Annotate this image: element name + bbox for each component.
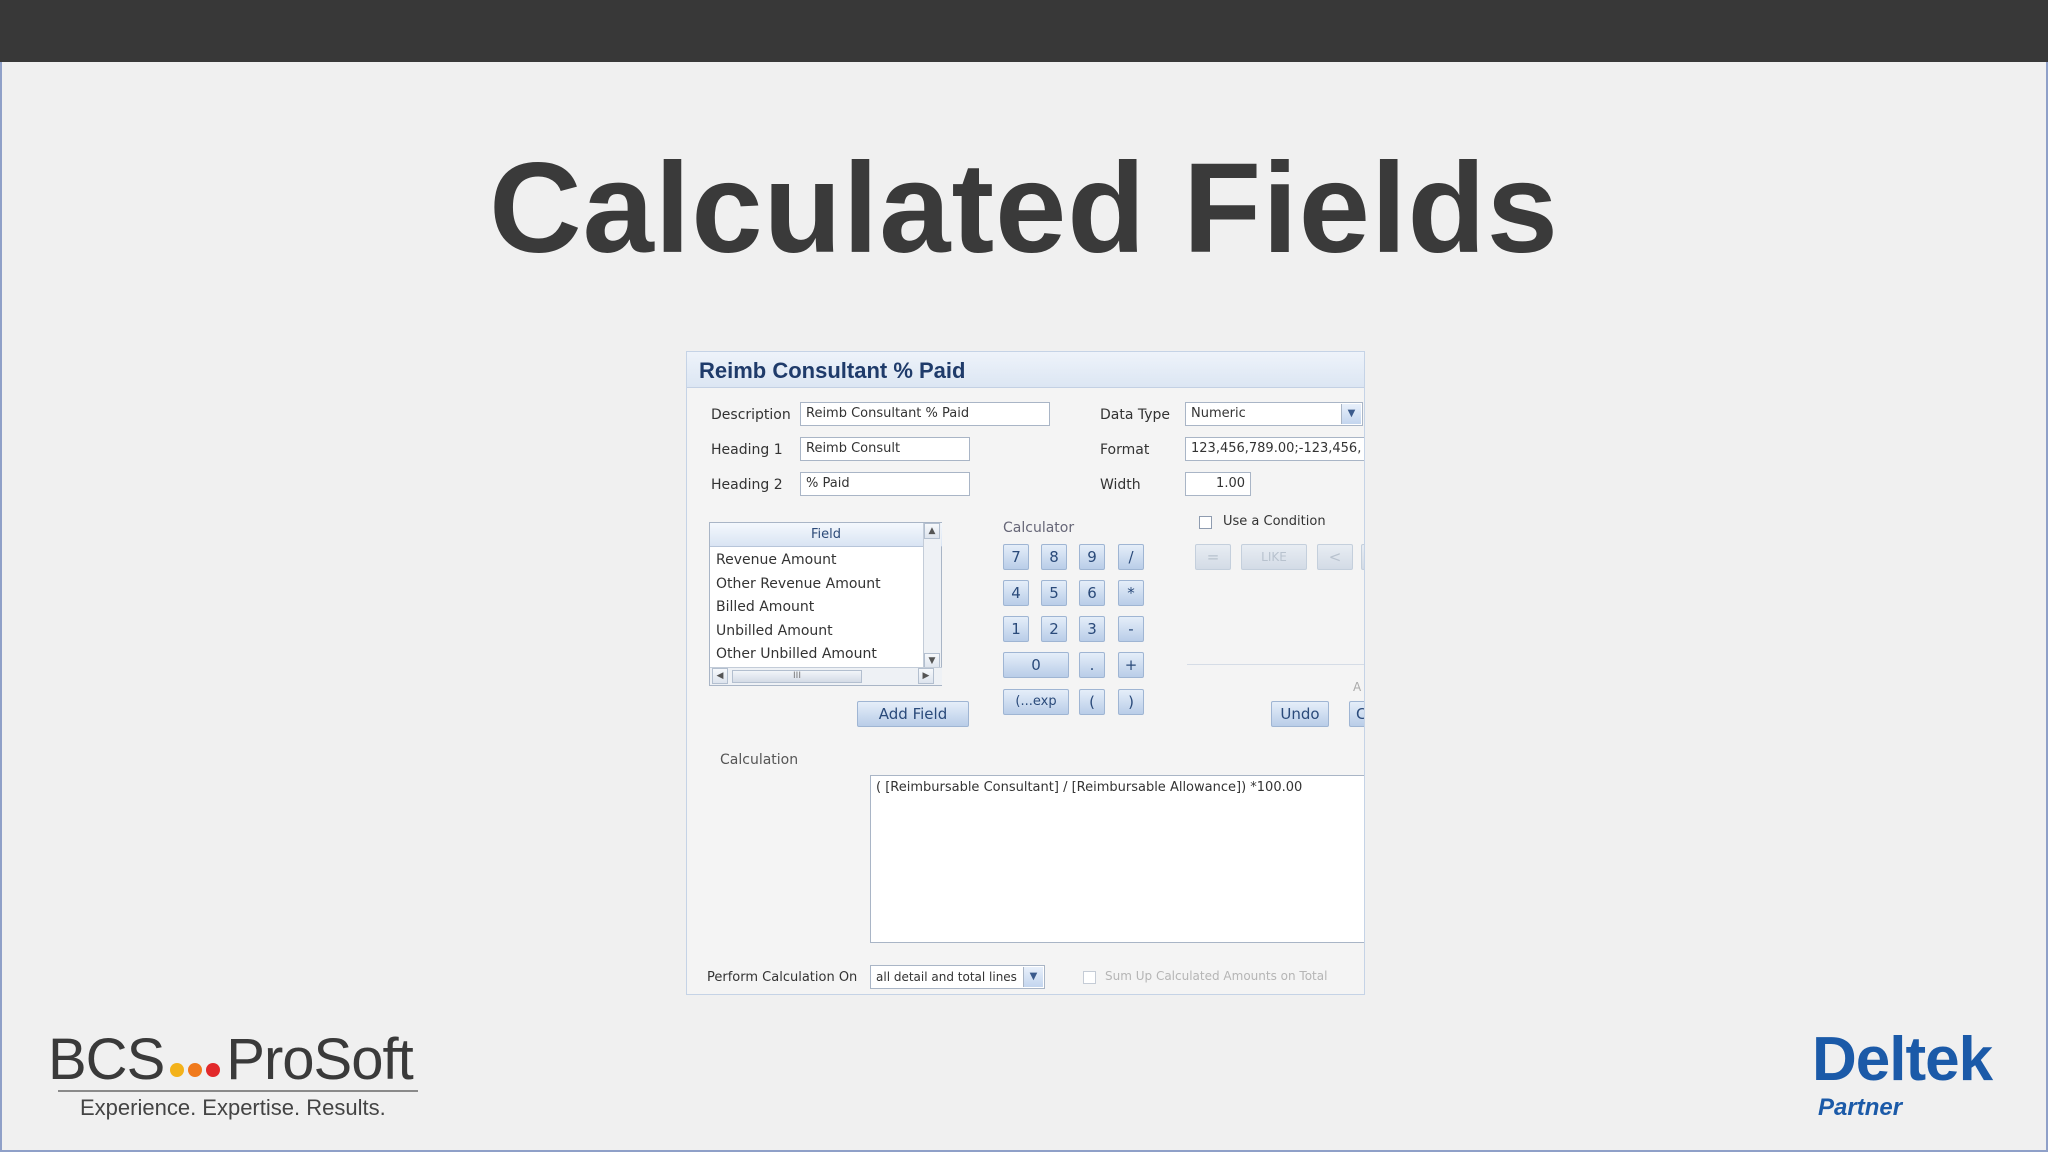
perform-calculation-select[interactable]: all detail and total lines ▼: [870, 965, 1045, 989]
heading1-field[interactable]: Reimb Consult: [800, 437, 970, 461]
width-field[interactable]: 1.00: [1185, 472, 1251, 496]
heading2-label: Heading 2: [711, 477, 783, 493]
bcs-wordmark: BCS ProSoft: [48, 1027, 414, 1092]
vertical-scrollbar[interactable]: ▲ ▼: [923, 523, 941, 669]
heading1-label: Heading 1: [711, 442, 783, 458]
dot-yellow-icon: [170, 1063, 185, 1077]
perform-calculation-label: Perform Calculation On: [707, 970, 858, 985]
condition-divider: [1187, 664, 1364, 665]
field-list[interactable]: Field Revenue Amount Other Revenue Amoun…: [709, 522, 942, 686]
scroll-thumb[interactable]: III: [732, 670, 862, 683]
list-item[interactable]: Unbilled Amount: [716, 623, 833, 639]
slide-title: Calculated Fields: [489, 137, 1559, 280]
condition-more-button[interactable]: [1361, 544, 1364, 570]
calc-key-decimal[interactable]: .: [1079, 652, 1105, 678]
dot-red-icon: [206, 1063, 221, 1077]
calc-key-1[interactable]: 1: [1003, 616, 1029, 642]
add-field-button[interactable]: Add Field: [857, 701, 969, 727]
calc-key-6[interactable]: 6: [1079, 580, 1105, 606]
format-field[interactable]: 123,456,789.00;-123,456,: [1185, 437, 1364, 461]
chevron-down-icon[interactable]: ▼: [1023, 967, 1043, 987]
sum-up-label: Sum Up Calculated Amounts on Total: [1105, 969, 1328, 983]
description-field[interactable]: Reimb Consultant % Paid: [800, 402, 1050, 426]
condition-less-than-button[interactable]: <: [1317, 544, 1353, 570]
calc-key-close-paren[interactable]: ): [1118, 689, 1144, 715]
calc-key-divide[interactable]: /: [1118, 544, 1144, 570]
dot-orange-icon: [188, 1063, 203, 1077]
calculated-field-dialog: Reimb Consultant % Paid Description Reim…: [686, 351, 1365, 995]
condition-equals-button[interactable]: =: [1195, 544, 1231, 570]
chevron-down-icon[interactable]: ▼: [1341, 404, 1361, 424]
logo-divider: [58, 1090, 418, 1092]
calc-key-plus[interactable]: +: [1118, 652, 1144, 678]
description-label: Description: [711, 407, 791, 423]
dialog-header: Reimb Consultant % Paid: [687, 352, 1364, 388]
calc-key-4[interactable]: 4: [1003, 580, 1029, 606]
list-item[interactable]: Billed Amount: [716, 599, 814, 615]
scroll-right-icon[interactable]: ▶: [918, 668, 934, 684]
use-condition-checkbox[interactable]: [1199, 516, 1212, 529]
calc-key-2[interactable]: 2: [1041, 616, 1067, 642]
deltek-partner-text: Partner: [1818, 1094, 1903, 1121]
horizontal-scrollbar[interactable]: ◀ III ▶: [710, 667, 942, 685]
heading2-field[interactable]: % Paid: [800, 472, 970, 496]
dialog-title: Reimb Consultant % Paid: [699, 358, 966, 383]
top-bar: [0, 0, 2048, 62]
calc-key-minus[interactable]: -: [1118, 616, 1144, 642]
prosoft-text: ProSoft: [226, 1027, 413, 1092]
scroll-up-icon[interactable]: ▲: [924, 523, 940, 539]
calc-key-5[interactable]: 5: [1041, 580, 1067, 606]
sum-up-checkbox[interactable]: [1083, 971, 1096, 984]
clear-button[interactable]: C: [1349, 701, 1364, 727]
calc-key-9[interactable]: 9: [1079, 544, 1105, 570]
perform-calculation-value: all detail and total lines: [876, 970, 1017, 984]
list-item[interactable]: Other Unbilled Amount: [716, 646, 877, 660]
condition-like-button[interactable]: LIKE: [1241, 544, 1307, 570]
format-label: Format: [1100, 442, 1150, 458]
data-type-label: Data Type: [1100, 407, 1171, 423]
calc-key-7[interactable]: 7: [1003, 544, 1029, 570]
deltek-partner-logo: Deltek Partner: [1812, 1024, 2012, 1124]
bcs-tagline: Experience. Expertise. Results.: [80, 1095, 386, 1120]
data-type-value: Numeric: [1191, 406, 1246, 421]
field-list-header[interactable]: Field: [710, 523, 942, 547]
calculation-label: Calculation: [720, 752, 799, 768]
calculator-label: Calculator: [1003, 520, 1075, 536]
width-label: Width: [1100, 477, 1141, 493]
list-item[interactable]: Other Revenue Amount: [716, 576, 881, 592]
calculation-textarea[interactable]: ( [Reimbursable Consultant] / [Reimbursa…: [870, 775, 1364, 943]
scroll-left-icon[interactable]: ◀: [712, 668, 728, 684]
calc-key-expression[interactable]: (...exp: [1003, 689, 1069, 715]
undo-button[interactable]: Undo: [1271, 701, 1329, 727]
calc-key-open-paren[interactable]: (: [1079, 689, 1105, 715]
data-type-select[interactable]: Numeric ▼: [1185, 402, 1363, 426]
list-item[interactable]: Revenue Amount: [716, 552, 836, 568]
use-condition-label: Use a Condition: [1223, 514, 1326, 529]
calc-key-0[interactable]: 0: [1003, 652, 1069, 678]
bcs-prosoft-logo: BCS ProSoft Experience. Expertise. Result…: [48, 1028, 428, 1120]
condition-partial-label: A: [1353, 680, 1362, 694]
calc-key-multiply[interactable]: *: [1118, 580, 1144, 606]
deltek-wordmark: Deltek: [1812, 1025, 1993, 1094]
bcs-text: BCS: [48, 1027, 165, 1092]
calc-key-8[interactable]: 8: [1041, 544, 1067, 570]
calc-key-3[interactable]: 3: [1079, 616, 1105, 642]
